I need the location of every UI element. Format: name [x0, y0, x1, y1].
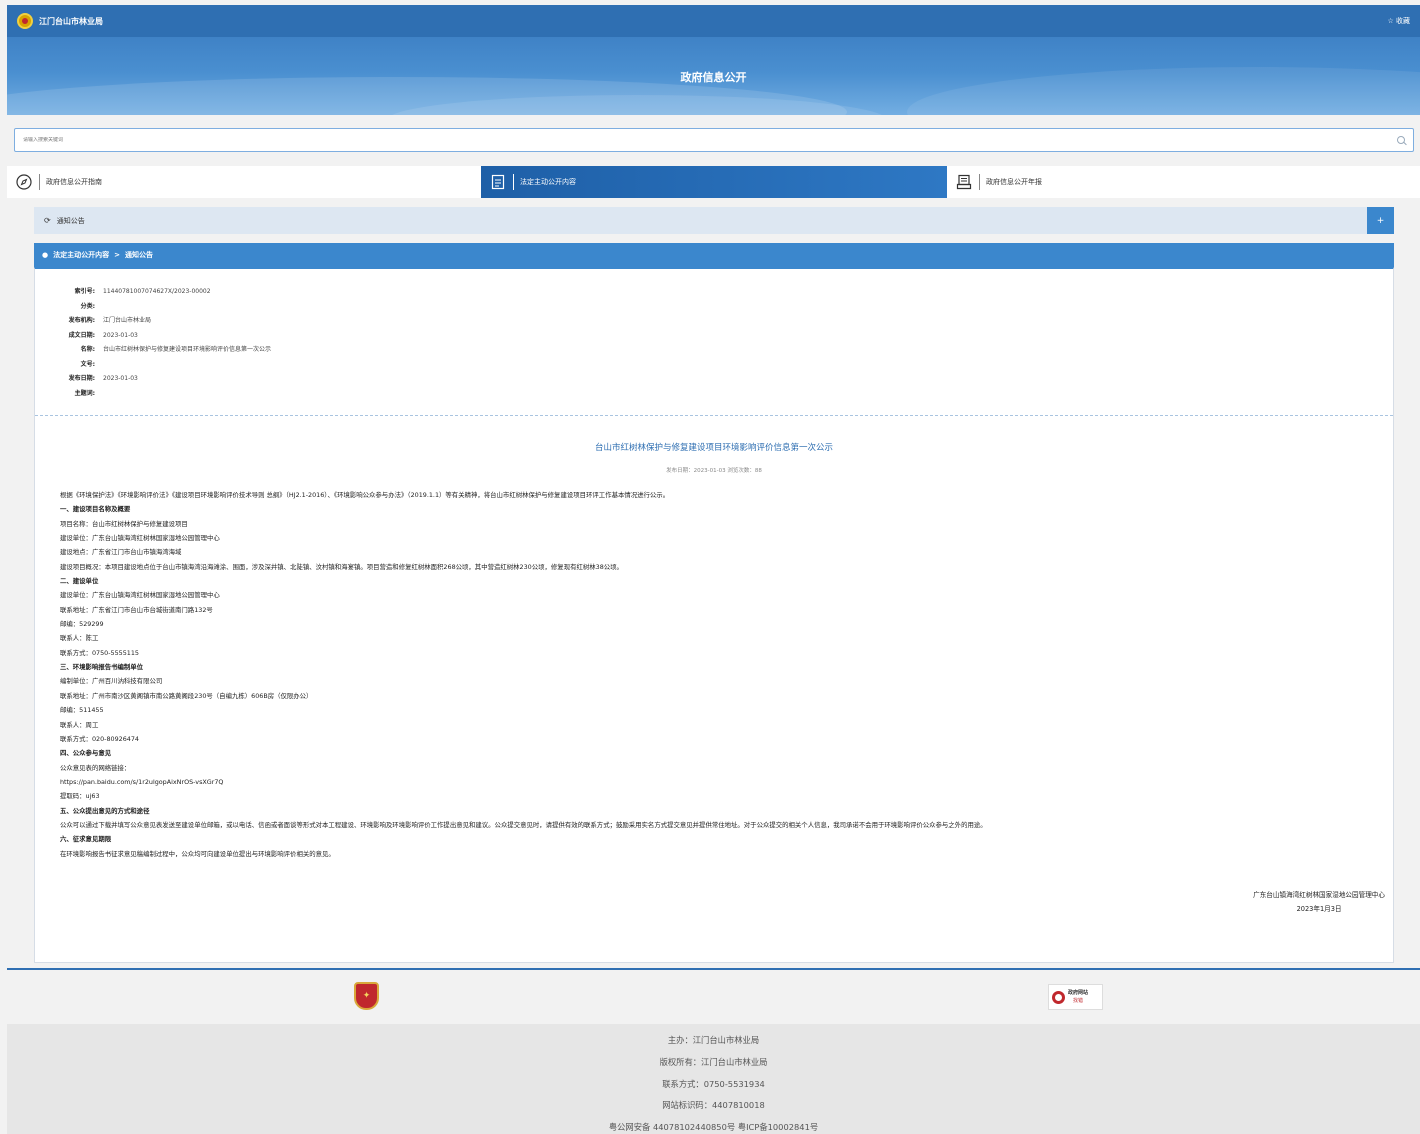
signature-org: 广东台山镇海湾红树林国家湿地公园管理中心: [1253, 891, 1385, 899]
section-heading: 二、建设单位: [60, 577, 99, 586]
breadcrumb-root[interactable]: 法定主动公开内容: [53, 250, 109, 260]
footer-info: 主办：江门台山市林业局 版权所有：江门台山市林业局 联系方式：0750-5531…: [7, 1024, 1420, 1134]
paragraph: 编制单位：广州百川汭科技有限公司: [60, 677, 163, 686]
site-name[interactable]: 江门台山市林业局: [39, 16, 103, 27]
tab-label: 政府信息公开指南: [46, 178, 102, 186]
tab-separator: [513, 174, 514, 190]
tab-disclosure-guide[interactable]: 政府信息公开指南: [7, 166, 481, 198]
magnifier-icon: [1052, 990, 1065, 1004]
document-icon: [489, 173, 507, 191]
article-title: 台山市红树林保护与修复建设项目环境影响评价信息第一次公示: [594, 443, 833, 453]
search-input[interactable]: [23, 137, 1397, 143]
article-meta: 发布日期：2023-01-03 浏览次数：88: [666, 468, 762, 474]
tab-separator: [979, 174, 980, 190]
meta-row: 文号:: [80, 360, 95, 368]
meta-row: 分类:: [80, 302, 95, 310]
tab-statutory-content[interactable]: 法定主动公开内容: [481, 166, 947, 198]
section-heading: 一、建设项目名称及概要: [60, 505, 131, 514]
section-heading: 四、公众参与意见: [60, 749, 112, 758]
location-pin-icon: ●: [42, 251, 49, 259]
footer-host: 主办：江门台山市林业局: [667, 1035, 760, 1045]
top-bar: 江门台山市林业局 ☆ 收藏: [7, 5, 1420, 37]
footer-site-code: 网站标识码：4407810018: [662, 1100, 765, 1111]
search-box: [14, 128, 1414, 152]
paragraph: 建设单位：广东台山镇海湾红树林国家湿地公园管理中心: [60, 591, 220, 600]
paragraph[interactable]: https://pan.baidu.com/s/1r2ulgopAixNrOS-…: [60, 775, 1380, 789]
meta-table: 索引号: 11440781007074627X/2023-00002 分类: 发布…: [59, 285, 271, 401]
paragraph: 项目名称：台山市红树林保护与修复建设项目: [60, 519, 188, 528]
meta-row: 索引号: 11440781007074627X/2023-00002: [74, 288, 211, 295]
article-signature: 广东台山镇海湾红树林国家湿地公园管理中心 2023年1月3日: [1253, 888, 1385, 916]
paragraph: 联系人：周工: [60, 720, 99, 729]
meta-row: 发布机构: 江门台山市林业局: [68, 317, 152, 324]
party-emblem-icon[interactable]: ✦: [354, 982, 379, 1010]
report-icon: [955, 173, 973, 191]
notice-label: 通知公告: [56, 216, 85, 225]
paragraph: 建设项目概况：本项目建设地点位于台山市镇海湾沿海滩涂、围面，涉及深井镇、北陡镇、…: [60, 562, 623, 571]
tab-bar: 政府信息公开指南 法定主动公开内容 政府信息公开年报: [7, 166, 1420, 198]
banner-title: 政府信息公开: [680, 71, 747, 84]
paragraph: 建设地点：广东省江门市台山市镇海湾海域: [60, 548, 182, 557]
expand-button[interactable]: +: [1367, 207, 1394, 234]
paragraph: 联系地址：广东省江门市台山市台城街道南门路132号: [60, 605, 213, 614]
paragraph: 联系方式：0750-5555115: [60, 648, 139, 657]
section-heading: 五、公众提出意见的方式和途径: [60, 806, 150, 815]
paragraph: 根据《环境保护法》《环境影响评价法》《建设项目环境影响评价技术导则 总纲》（HJ…: [60, 491, 670, 499]
paragraph: 在环境影响报告书征求意见稿编制过程中，公众均可向建设单位提出与环境影响评价相关的…: [60, 849, 335, 858]
breadcrumb: ● 法定主动公开内容 > 通知公告: [34, 243, 1394, 267]
notice-category-bar[interactable]: ⟳ 通知公告 +: [34, 207, 1394, 234]
page: 江门台山市林业局 ☆ 收藏 政府信息公开 政府信息公开指南 法定主动公开内容: [0, 0, 1420, 1134]
paragraph: 联系地址：广州市南沙区黄阁镇市南公路黄阁段230号（自编九栋）606B房（仅限办…: [60, 691, 313, 700]
paragraph: 联系方式：020-80926474: [60, 734, 139, 743]
paragraph: 公众可以通过下载并填写公众意见表发送至建设单位邮箱，或以电话、信函或者面谈等形式…: [60, 820, 987, 829]
section-heading: 三、环境影响报告书编制单位: [60, 663, 144, 672]
section-heading: 六、征求意见期限: [60, 835, 112, 844]
tab-label: 政府信息公开年报: [986, 178, 1042, 186]
search-icon[interactable]: [1397, 136, 1405, 144]
error-badge-line1: 政府网站: [1068, 990, 1089, 996]
meta-row: 发布日期: 2023-01-03: [68, 375, 138, 382]
emblem-icon: [17, 13, 33, 29]
paragraph: 邮编：529299: [60, 620, 104, 629]
tab-annual-report[interactable]: 政府信息公开年报: [947, 166, 1420, 198]
tab-separator: [39, 174, 40, 190]
refresh-icon: ⟳: [44, 216, 51, 225]
paragraph: 联系人：陈工: [60, 634, 99, 643]
footer-copyright: 版权所有：江门台山市林业局: [659, 1056, 768, 1067]
paragraph: 公众意见表的网络链接：: [60, 763, 131, 772]
footer-badges: ✦ 政府网站 找错: [7, 970, 1420, 1024]
compass-icon: [15, 173, 33, 191]
breadcrumb-separator: >: [114, 251, 120, 259]
site-error-report-badge[interactable]: 政府网站 找错: [1048, 984, 1103, 1010]
meta-row: 名称: 台山市红树林保护与修复建设项目环境影响评价信息第一次公示: [80, 346, 272, 353]
favorite-link[interactable]: ☆ 收藏: [1387, 16, 1410, 26]
article-body: 根据《环境保护法》《环境影响评价法》《建设项目环境影响评价技术导则 总纲》（HJ…: [60, 488, 1380, 861]
meta-row: 成文日期: 2023-01-03: [68, 331, 138, 339]
paragraph: 邮编：511455: [60, 706, 104, 715]
error-badge-line2: 找错: [1073, 998, 1084, 1004]
tab-label: 法定主动公开内容: [520, 178, 576, 186]
paragraph: 建设单位：广东台山镇海湾红树林国家湿地公园管理中心: [60, 534, 220, 543]
signature-date: 2023年1月3日: [1296, 905, 1342, 913]
breadcrumb-current[interactable]: 通知公告: [125, 250, 153, 260]
paragraph: 提取码：uj63: [60, 792, 100, 801]
divider: [35, 415, 1393, 416]
article-panel: 索引号: 11440781007074627X/2023-00002 分类: 发布…: [34, 267, 1394, 963]
footer-contact: 联系方式：0750-5531934: [662, 1078, 765, 1089]
banner: 政府信息公开: [7, 37, 1420, 115]
meta-row: 主题词:: [74, 389, 95, 397]
footer-icp[interactable]: 粤公网安备 44078102440850号 粤ICP备10002841号: [7, 1117, 1420, 1134]
